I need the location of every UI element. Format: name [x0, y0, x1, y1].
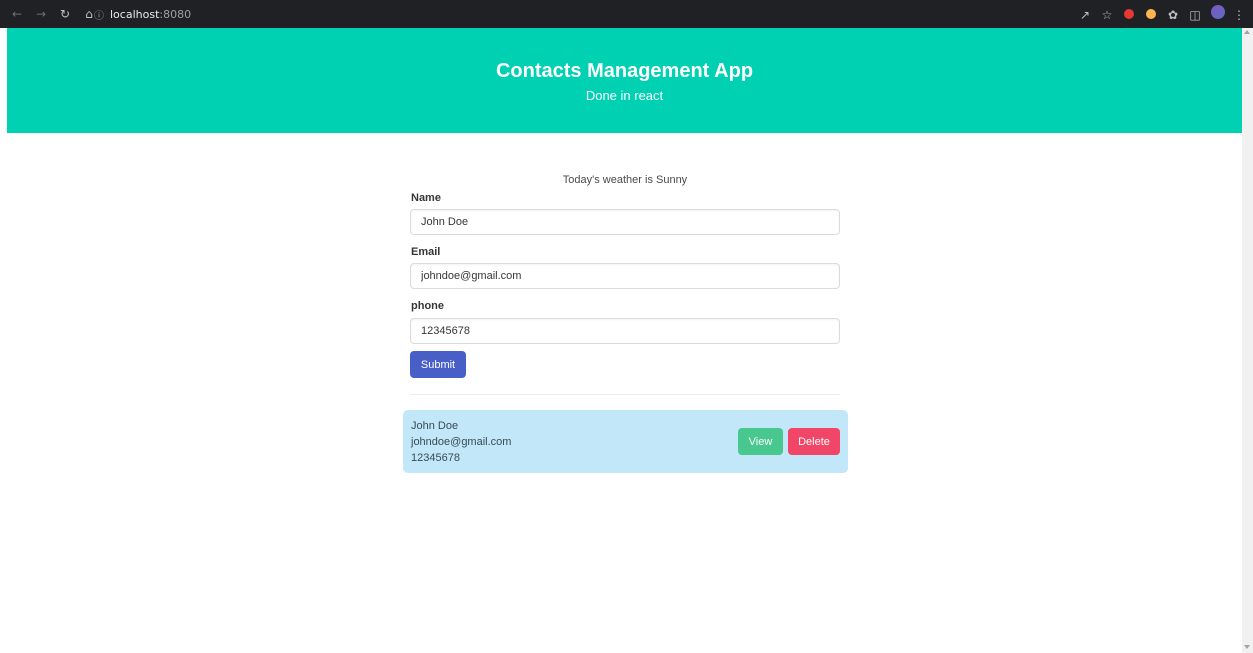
- page-title: Contacts Management App: [495, 60, 754, 82]
- page-subtitle: Done in react: [585, 88, 664, 103]
- phone-label: phone: [411, 300, 444, 312]
- scroll-down-icon[interactable]: [1244, 645, 1250, 649]
- name-label: Name: [411, 192, 441, 204]
- arrow-right-icon[interactable]: →: [34, 5, 48, 23]
- share-icon[interactable]: ↗: [1079, 6, 1091, 24]
- divider: [410, 394, 840, 395]
- arrow-left-icon[interactable]: ←: [10, 5, 24, 23]
- kebab-menu-icon[interactable]: ⋮: [1233, 6, 1245, 24]
- contact-name: John Doe: [411, 420, 459, 432]
- browser-actions: ↗ ☆ ✿ ◫ ⋮: [1079, 5, 1245, 24]
- hero-header: Contacts Management App Done in react: [7, 28, 1242, 133]
- star-icon[interactable]: ☆: [1101, 6, 1113, 24]
- contact-card: John Doe johndoe@gmail.com 12345678 View…: [403, 410, 848, 473]
- puzzle-icon[interactable]: ✿: [1167, 6, 1179, 24]
- profile-avatar[interactable]: [1211, 5, 1225, 24]
- page-scrollbar[interactable]: [1242, 28, 1253, 653]
- contact-email: johndoe@gmail.com: [411, 436, 512, 448]
- delete-button[interactable]: Delete: [788, 428, 840, 455]
- email-input[interactable]: [410, 263, 840, 289]
- scroll-up-icon[interactable]: [1244, 30, 1250, 34]
- weather-text: Today's weather is Sunny: [562, 174, 688, 186]
- side-panel-icon[interactable]: ◫: [1189, 6, 1201, 24]
- email-label: Email: [411, 246, 441, 258]
- submit-button[interactable]: Submit: [410, 351, 466, 378]
- url-port: :8080: [159, 7, 192, 21]
- address-bar[interactable]: ⓘ localhost:8080: [94, 5, 1139, 23]
- extension-orange-icon[interactable]: [1145, 6, 1157, 24]
- browser-nav: ← → ↻ ⌂: [10, 5, 96, 23]
- reload-icon[interactable]: ↻: [58, 5, 72, 23]
- info-icon[interactable]: ⓘ: [94, 7, 104, 22]
- view-button[interactable]: View: [738, 428, 783, 455]
- name-input[interactable]: [410, 209, 840, 235]
- browser-toolbar: ← → ↻ ⌂ ⓘ localhost:8080 ↗ ☆ ✿ ◫ ⋮: [0, 0, 1253, 28]
- extension-red-icon[interactable]: [1123, 6, 1135, 24]
- phone-input[interactable]: [410, 318, 840, 344]
- url-host: localhost: [110, 7, 160, 21]
- contact-phone: 12345678: [411, 452, 460, 464]
